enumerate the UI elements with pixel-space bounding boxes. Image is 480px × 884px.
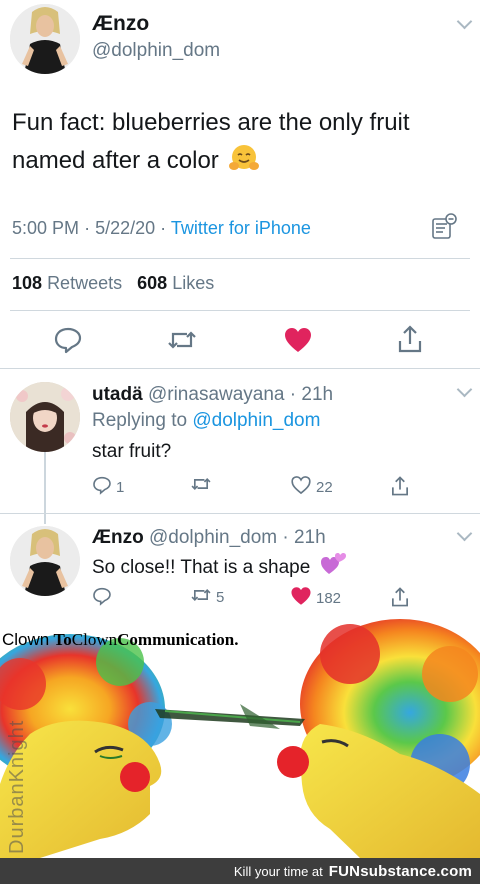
retweet-icon [190,475,212,497]
reply-header: utadä @rinasawayana · 21h [92,384,333,406]
reply-icon[interactable] [50,326,86,354]
chevron-down-icon[interactable] [456,381,473,398]
replying-to: Replying to @dolphin_dom [92,410,320,432]
tweet-text-content: Fun fact: blueberries are the only fruit… [12,109,410,174]
chevron-down-icon[interactable] [456,525,473,542]
tweet-date: 5/22/20 [95,218,156,238]
watermark-text: DurbanKnight [6,719,28,854]
heart-icon [290,586,312,610]
share-button[interactable] [390,586,410,612]
share-button[interactable] [390,475,410,501]
reply-header: Ænzo @dolphin_dom · 21h [92,527,326,549]
footer-brand-link[interactable]: FUNsubstance.com [329,863,472,880]
caption-word: Communication. [117,630,239,649]
reply-icon [92,475,112,499]
reply-text: So close!! That is a shape [92,552,346,582]
retweet-button[interactable]: 5 [190,586,224,608]
reply-time[interactable]: 21h [294,527,326,548]
retweets-count: 108 [12,273,43,293]
retweet-icon[interactable] [164,326,200,354]
analytics-icon[interactable] [430,212,458,247]
avatar[interactable] [10,526,80,596]
display-name[interactable]: Ænzo [92,527,144,548]
replying-handle-link[interactable]: @dolphin_dom [192,410,320,431]
share-icon [390,475,410,501]
sparkling-hearts-emoji [320,552,346,582]
meta-separator: · [284,384,302,405]
caption-word: To [53,630,72,649]
divider [0,513,480,514]
meta-separator: · [160,218,171,238]
user-handle[interactable]: @dolphin_dom [149,527,277,548]
heart-icon[interactable] [280,326,316,354]
share-icon[interactable] [392,324,428,354]
retweets-label: Retweets [47,273,123,293]
hugging-face-emoji [229,144,260,184]
caption-word: Clown [71,630,118,649]
reply-text-content: So close!! That is a shape [92,557,311,578]
meta-separator: · [84,218,96,238]
caption-word: Clown [2,630,50,649]
reply-text: star fruit? [92,441,172,462]
share-icon [390,586,410,612]
site-footer: Kill your time at FUNsubstance.com [0,858,480,884]
meta-separator: · [277,527,294,548]
likes-stat[interactable]: 608 Likes [137,273,214,293]
likes-label: Likes [172,273,215,293]
user-handle[interactable]: @dolphin_dom [92,40,220,62]
clown-illustration [0,619,480,858]
tweet-stats: 108 Retweets 608 Likes [12,273,214,294]
meme-image: Clown ToClownCommunication. DurbanKnight [0,614,480,858]
tweet-time: 5:00 PM [12,218,80,238]
heart-icon [290,475,312,499]
retweet-button[interactable] [190,475,212,497]
tweet-text: Fun fact: blueberries are the only fruit… [12,104,472,184]
reply-icon [92,586,112,610]
avatar[interactable] [10,382,80,452]
like-count: 182 [316,589,342,607]
reply-button[interactable] [92,586,112,610]
likes-count: 608 [137,273,168,293]
user-handle[interactable]: @rinasawayana [148,384,285,405]
avatar[interactable] [10,4,80,74]
reply-actions: 5 182 [92,586,422,610]
reply-count: 1 [116,478,125,496]
tweet-meta: 5:00 PM · 5/22/20 · Twitter for iPhone [12,218,311,239]
footer-text: Kill your time at [233,863,323,879]
like-count: 22 [316,478,333,496]
replying-prefix: Replying to [92,410,188,431]
tweet-source-link[interactable]: Twitter for iPhone [171,218,311,238]
retweet-count: 5 [216,588,225,606]
divider [10,310,470,311]
like-button[interactable]: 182 [290,586,341,610]
reply-button[interactable]: 1 [92,475,124,499]
retweet-icon [190,586,212,608]
meme-caption: Clown ToClownCommunication. [2,630,239,650]
reply-actions: 1 22 [92,475,422,499]
divider [0,368,480,369]
reply-time[interactable]: 21h [301,384,333,405]
display-name[interactable]: utadä [92,384,143,405]
chevron-down-icon[interactable] [456,13,473,30]
divider [10,258,470,259]
display-name[interactable]: Ænzo [92,12,149,36]
like-button[interactable]: 22 [290,475,333,499]
retweets-stat[interactable]: 108 Retweets [12,273,122,293]
